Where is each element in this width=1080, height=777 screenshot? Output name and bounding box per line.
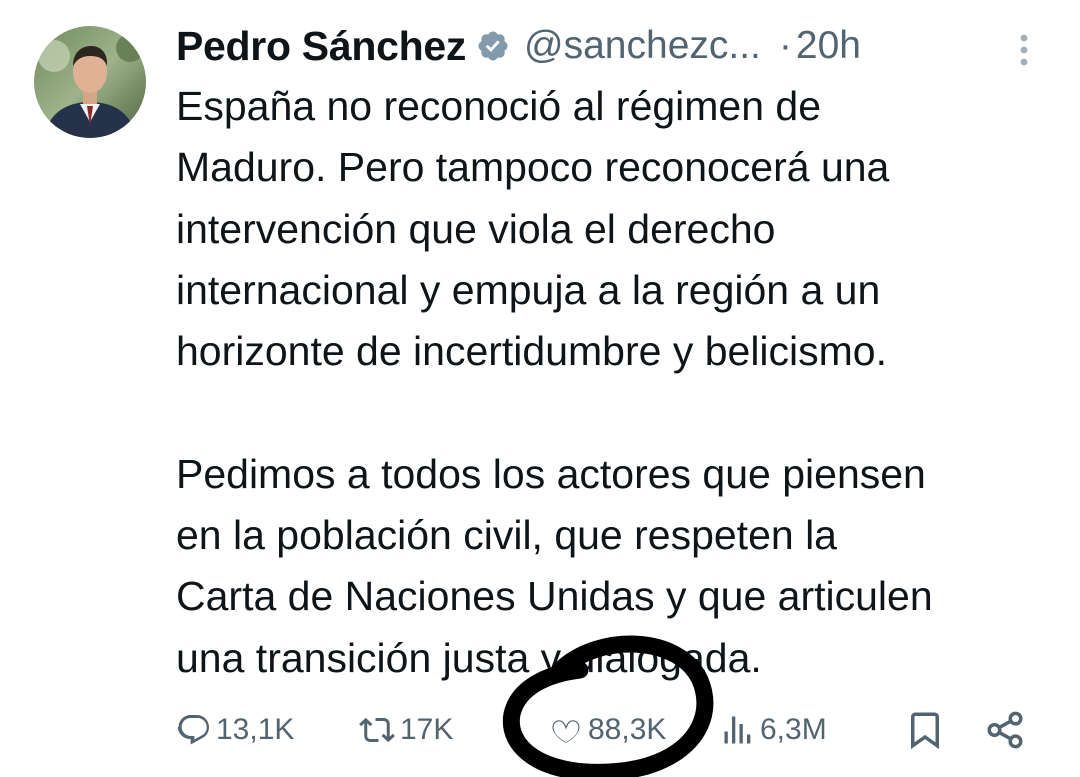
- share-button[interactable]: [984, 706, 1030, 754]
- avatar[interactable]: [34, 26, 146, 138]
- tweet-text-line: en la población civil, que respeten la: [176, 512, 837, 559]
- share-icon: [987, 711, 1023, 749]
- views-count: 6,3M: [760, 713, 827, 746]
- tweet-text-line: intervención que viola el derecho: [176, 205, 776, 252]
- avatar-photo: [34, 26, 146, 138]
- paragraph-break: [176, 382, 1066, 443]
- views-chart-icon: [724, 716, 751, 744]
- verified-badge-icon: [476, 29, 510, 63]
- more-vertical-icon[interactable]: [1010, 30, 1038, 70]
- like-button[interactable]: 88,3K: [548, 706, 666, 754]
- dot-separator: ·: [778, 24, 792, 67]
- repost-button[interactable]: 17K: [358, 706, 453, 754]
- tweet-text-line: internacional y empuja a la región a un: [176, 266, 881, 313]
- tweet-text-line: Maduro. Pero tampoco reconocerá una: [176, 144, 890, 191]
- tweet-text-line: Carta de Naciones Unidas y que articulen: [176, 573, 933, 620]
- author-name[interactable]: Pedro Sánchez: [176, 23, 466, 70]
- repost-icon: [359, 717, 395, 743]
- tweet-text-line: horizonte de incertidumbre y belicismo.: [176, 328, 887, 375]
- bookmark-button[interactable]: [904, 706, 950, 754]
- tweet-header: Pedro Sánchez @sanchezc... · 20h: [176, 14, 1056, 78]
- tweet-text-line: España no reconoció al régimen de: [176, 83, 822, 129]
- tweet-text-line: una transición justa y dialogada.: [176, 634, 762, 681]
- action-bar: 13,1K 17K 88,3K 6,3M: [0, 700, 1080, 760]
- reply-count: 13,1K: [216, 713, 295, 746]
- timestamp[interactable]: 20h: [796, 24, 861, 68]
- bookmark-icon: [911, 712, 939, 750]
- like-count: 88,3K: [588, 713, 667, 746]
- reply-button[interactable]: 13,1K: [176, 706, 294, 754]
- heart-icon: [552, 720, 580, 743]
- repost-count: 17K: [400, 713, 454, 746]
- tweet-text: España no reconoció al régimen de Maduro…: [176, 76, 1066, 689]
- tweet-card: Pedro Sánchez @sanchezc... · 20h España …: [0, 0, 1080, 777]
- tweet-text-line: Pedimos a todos los actores que piensen: [176, 450, 926, 497]
- views-button[interactable]: 6,3M: [720, 706, 827, 754]
- author-handle[interactable]: @sanchezc...: [524, 24, 761, 68]
- reply-icon: [177, 715, 209, 745]
